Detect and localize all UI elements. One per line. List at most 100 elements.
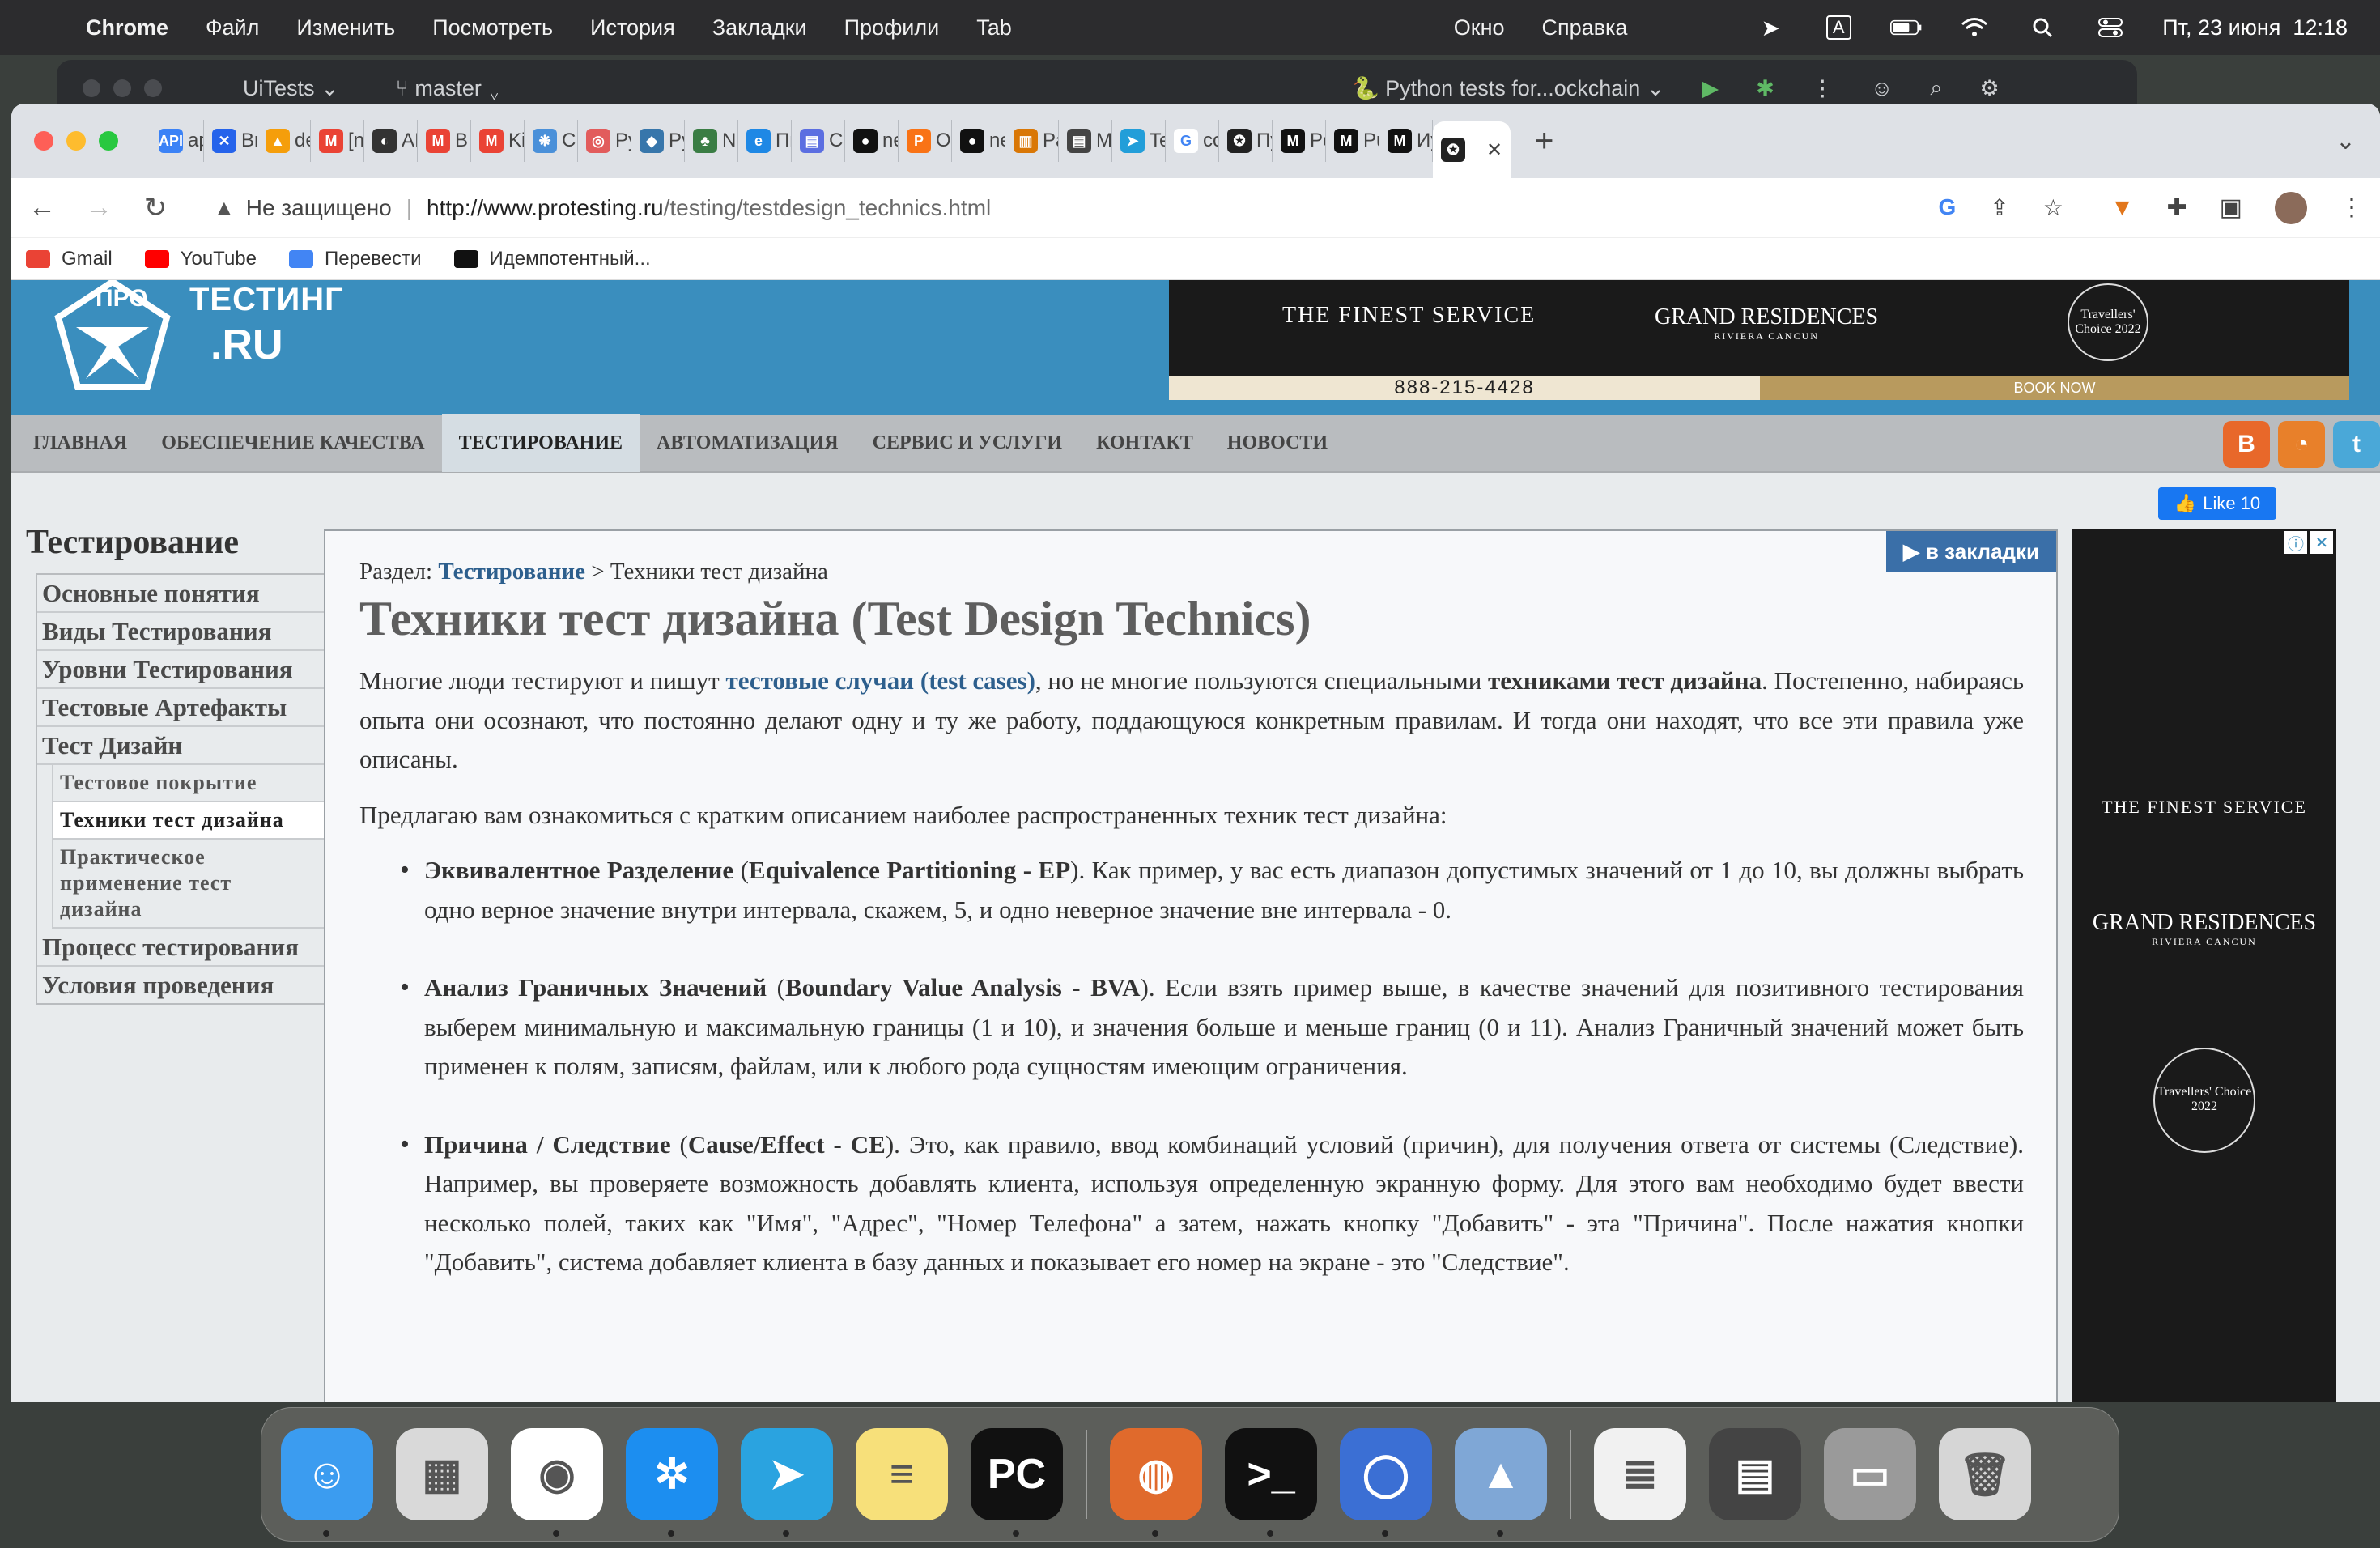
close-window-button[interactable] xyxy=(34,131,53,151)
wifi-icon[interactable] xyxy=(1958,15,1991,40)
sidebar-item-basics[interactable]: Основные понятия xyxy=(37,575,324,613)
menu-tab[interactable]: Tab xyxy=(976,15,1012,40)
new-tab-plus-icon[interactable]: + xyxy=(1535,123,1553,159)
menu-help[interactable]: Справка xyxy=(1542,15,1628,40)
nav-news[interactable]: НОВОСТИ xyxy=(1210,414,1345,472)
browser-tab[interactable]: MPu xyxy=(1326,120,1379,162)
twitter-icon[interactable]: t xyxy=(2333,421,2380,468)
browser-tab[interactable]: ➤Te xyxy=(1112,120,1166,162)
reload-icon[interactable]: ↻ xyxy=(141,192,170,224)
control-center-icon[interactable] xyxy=(2094,15,2127,40)
browser-tab[interactable]: PO xyxy=(899,120,952,162)
forward-arrow-icon[interactable]: → xyxy=(84,192,113,223)
browser-tab[interactable]: ♣ N xyxy=(685,120,738,162)
nav-automation[interactable]: АВТОМАТИЗАЦИЯ xyxy=(640,414,856,472)
back-arrow-icon[interactable]: ← xyxy=(28,192,57,223)
dock-postman-orange-icon[interactable]: ◍ xyxy=(1110,1428,1202,1537)
ide-branch-selector[interactable]: ⑂ master ⌄ xyxy=(396,76,501,101)
browser-tab[interactable]: ◆Py xyxy=(631,120,685,162)
site-logo[interactable]: ПРО ТЕСТИНГ .RU xyxy=(52,280,343,402)
debug-icon[interactable]: ✱ xyxy=(1756,76,1774,101)
nav-services[interactable]: СЕРВИС И УСЛУГИ xyxy=(856,414,1079,472)
google-lens-icon[interactable]: G xyxy=(1938,194,1956,221)
not-secure-warning-icon[interactable]: ▲ xyxy=(214,195,235,220)
security-label[interactable]: Не защищено xyxy=(246,195,392,221)
browser-tab[interactable]: ▤Ci xyxy=(792,120,845,162)
battery-icon[interactable] xyxy=(1890,15,1923,40)
run-icon[interactable]: ▶ xyxy=(1702,76,1719,101)
menubar-clock[interactable]: Пт, 23 июня 12:18 xyxy=(2162,15,2348,40)
ad-close-icon[interactable]: ✕ xyxy=(2310,531,2333,554)
browser-tab[interactable]: ❋C: xyxy=(525,120,578,162)
browser-tab[interactable]: ◐AI xyxy=(364,120,418,162)
navigation-arrow-icon[interactable]: ➤ xyxy=(1754,15,1787,40)
menu-bookmarks[interactable]: Закладки xyxy=(712,15,807,40)
dock-pycharm-icon[interactable]: PC xyxy=(971,1428,1063,1537)
dock-finder-icon[interactable]: ☺ xyxy=(281,1428,373,1537)
rss-icon[interactable]: ◔ xyxy=(2278,421,2325,468)
spotlight-search-icon[interactable] xyxy=(2026,15,2059,40)
dock-notes-icon[interactable]: ≡ xyxy=(856,1428,948,1520)
bookmark-gmail[interactable]: Gmail xyxy=(26,248,113,270)
sidebar-item-levels[interactable]: Уровни Тестирования xyxy=(37,651,324,689)
nav-testing[interactable]: ТЕСТИРОВАНИЕ xyxy=(441,414,640,472)
sidebar-item-process[interactable]: Процесс тестирования xyxy=(37,929,324,967)
menu-view[interactable]: Посмотреть xyxy=(432,15,553,40)
extensions-puzzle-icon[interactable]: ✚ xyxy=(2167,194,2187,222)
bookmark-youtube[interactable]: YouTube xyxy=(144,248,257,270)
input-source-icon[interactable]: A xyxy=(1822,15,1855,40)
ide-search-icon[interactable]: ⌕ xyxy=(1930,75,1942,101)
ide-settings-gear-icon[interactable]: ⚙ xyxy=(1980,76,2000,101)
test-cases-link[interactable]: тестовые случаи (test cases) xyxy=(725,666,1035,695)
menu-app-chrome[interactable]: Chrome xyxy=(86,15,168,40)
dock-launchpad-icon[interactable]: ▦ xyxy=(396,1428,488,1520)
sidebar-subitem-practice[interactable]: Практическое применение тест дизайна xyxy=(53,840,324,929)
bookmark-star-icon[interactable]: ☆ xyxy=(2043,194,2063,221)
add-to-bookmarks-button[interactable]: ▶ в закладки xyxy=(1886,531,2056,572)
dock-preview-icon[interactable]: ▲ xyxy=(1455,1428,1547,1537)
zoom-window-button[interactable] xyxy=(99,131,118,151)
sidebar-item-conditions[interactable]: Условия проведения xyxy=(37,967,324,1003)
dock-chromium-icon[interactable]: ◯ xyxy=(1340,1428,1432,1537)
address-bar[interactable]: ▲ Не защищено | http://www.protesting.ru… xyxy=(198,185,2083,232)
browser-tab[interactable]: eПи xyxy=(738,120,792,162)
browser-tab[interactable]: APIap xyxy=(151,120,204,162)
header-ad-banner[interactable]: THE FINEST SERVICE GRAND RESIDENCES RIVIE… xyxy=(1169,280,2349,400)
metamask-fox-icon[interactable]: ▼ xyxy=(2110,194,2135,222)
chrome-menu-icon[interactable]: ⋮ xyxy=(2340,194,2364,222)
bookmark-idempotent[interactable]: Идемпотентный... xyxy=(453,248,651,270)
more-vertical-icon[interactable]: ⋮ xyxy=(1812,76,1834,101)
sidebar-item-types[interactable]: Виды Тестирования xyxy=(37,613,324,651)
dock-chrome-icon[interactable]: ◉ xyxy=(511,1428,603,1537)
side-panel-icon[interactable]: ▣ xyxy=(2220,194,2242,222)
browser-tab[interactable]: Gco xyxy=(1166,120,1219,162)
tab-active[interactable]: ✪ ✕ xyxy=(1433,121,1511,178)
sidebar-item-test-design[interactable]: Тест Дизайн xyxy=(37,727,324,765)
dock-terminal-icon[interactable]: >_ xyxy=(1225,1428,1317,1537)
browser-tab[interactable]: ✕Br xyxy=(204,120,257,162)
sidebar-ad-banner[interactable]: ⓘ ✕ THE FINEST SERVICE GRAND RESIDENCES RI… xyxy=(2072,529,2336,1402)
browser-tab[interactable]: ●ne xyxy=(952,120,1005,162)
facebook-like-button[interactable]: 👍 Like 10 xyxy=(2158,487,2276,520)
nav-home[interactable]: ГЛАВНАЯ xyxy=(16,414,144,472)
blogger-icon[interactable]: B xyxy=(2223,421,2270,468)
dock-doc-thumb-icon[interactable]: ≣ xyxy=(1594,1428,1686,1520)
ad-info-icon[interactable]: ⓘ xyxy=(2284,531,2307,554)
profile-avatar[interactable] xyxy=(2275,191,2307,224)
browser-tab[interactable]: ▲de xyxy=(257,120,311,162)
share-icon[interactable]: ⇪ xyxy=(1990,194,2008,221)
browser-tab[interactable]: MPo xyxy=(1273,120,1326,162)
menu-file[interactable]: Файл xyxy=(206,15,259,40)
tab-search-chevron-icon[interactable]: ⌄ xyxy=(2335,127,2356,155)
sidebar-subitem-technics[interactable]: Техники тест дизайна xyxy=(53,802,324,840)
browser-tab[interactable]: ✪Пу xyxy=(1219,120,1273,162)
minimize-window-button[interactable] xyxy=(66,131,86,151)
sidebar-item-artifacts[interactable]: Тестовые Артефакты xyxy=(37,689,324,727)
menu-edit[interactable]: Изменить xyxy=(296,15,395,40)
sidebar-subitem-coverage[interactable]: Тестовое покрытие xyxy=(53,765,324,802)
browser-tab[interactable]: ▤ M xyxy=(1059,120,1112,162)
dock-telegram-icon[interactable]: ➤ xyxy=(741,1428,833,1537)
menu-window[interactable]: Окно xyxy=(1454,15,1505,40)
bookmark-translate[interactable]: Перевести xyxy=(288,248,422,270)
breadcrumb-link-testing[interactable]: Тестирование xyxy=(438,559,585,585)
